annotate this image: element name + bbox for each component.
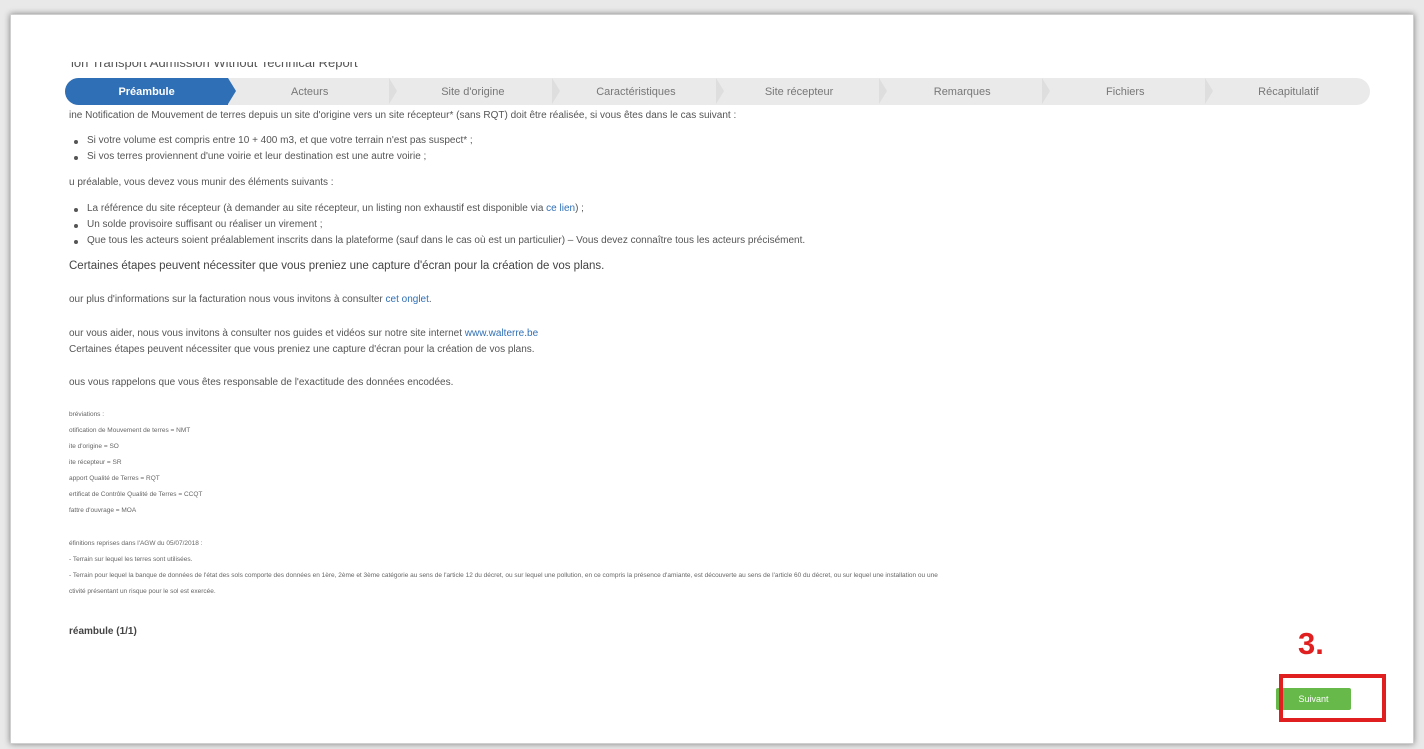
- step-site-origine[interactable]: Site d'origine: [391, 78, 561, 105]
- step-counter: réambule (1/1): [69, 626, 137, 637]
- step-label: Caractéristiques: [596, 85, 676, 98]
- intro-text: ine Notification de Mouvement de terres …: [69, 110, 737, 121]
- case-item: Si votre volume est compris entre 10 + 4…: [74, 135, 473, 146]
- prereq-item: Que tous les acteurs soient préalablemen…: [73, 235, 806, 246]
- step-label: Récapitulatif: [1258, 85, 1319, 98]
- annotation-highlight-box: [1279, 674, 1386, 722]
- step-label: Site d'origine: [441, 85, 505, 98]
- prereq-item: La référence du site récepteur (à demand…: [74, 203, 584, 214]
- step-recapitulatif[interactable]: Récapitulatif: [1207, 78, 1370, 105]
- step-site-recepteur[interactable]: Site récepteur: [718, 78, 887, 105]
- help-text: our vous aider, nous vous invitons à con…: [69, 328, 465, 339]
- definition-item: ctivité présentant un risque pour le sol…: [69, 588, 216, 595]
- step-label: Acteurs: [291, 85, 329, 98]
- step-label: Remarques: [933, 85, 991, 98]
- billing-link[interactable]: cet onglet: [386, 294, 429, 305]
- step-fichiers[interactable]: Fichiers: [1044, 78, 1214, 105]
- capture-note-2: Certaines étapes peuvent nécessiter que …: [69, 344, 535, 355]
- page-content: ion Transport Admission Without Technica…: [49, 15, 1397, 743]
- step-label: Préambule: [118, 85, 175, 98]
- abbreviation-item: ite d'origine = SO: [69, 443, 119, 450]
- step-label: Site récepteur: [764, 85, 834, 98]
- step-preambule[interactable]: Préambule: [65, 78, 237, 105]
- prereq-text: La référence du site récepteur (à demand…: [87, 203, 547, 214]
- prereq-item: Un solde provisoire suffisant ou réalise…: [73, 219, 323, 230]
- step-caracteristiques[interactable]: Caractéristiques: [554, 78, 724, 105]
- page-title: ion Transport Admission Without Technica…: [71, 55, 358, 70]
- website-link[interactable]: www.walterre.be: [465, 328, 538, 339]
- billing-after: .: [428, 294, 432, 305]
- annotation-number: 3.: [1298, 626, 1324, 661]
- abbreviation-item: apport Qualité de Terres = RQT: [69, 475, 160, 482]
- definition-item: - Terrain pour lequel la banque de donné…: [69, 572, 938, 579]
- abbreviations-title: bréviations :: [69, 411, 105, 418]
- listing-link[interactable]: ce lien: [546, 203, 575, 214]
- capture-note: Certaines étapes peuvent nécessiter que …: [69, 260, 605, 272]
- help-note: our vous aider, nous vous invitons à con…: [69, 328, 538, 339]
- definitions-title: éfinitions reprises dans l'AGW du 05/07/…: [69, 540, 203, 547]
- step-remarques[interactable]: Remarques: [881, 78, 1050, 105]
- step-label: Fichiers: [1106, 85, 1145, 98]
- abbreviation-item: otification de Mouvement de terres = NMT: [69, 427, 191, 434]
- billing-text: our plus d'informations sur la facturati…: [69, 294, 386, 305]
- step-acteurs[interactable]: Acteurs: [228, 78, 398, 105]
- main-window: ion Transport Admission Without Technica…: [10, 14, 1414, 744]
- case-item: Si vos terres proviennent d'une voirie e…: [73, 151, 427, 162]
- prereq-text-after: ) ;: [575, 203, 584, 214]
- prereq-intro: u préalable, vous devez vous munir des é…: [69, 177, 334, 188]
- billing-note: our plus d'informations sur la facturati…: [69, 294, 432, 305]
- responsibility-note: ous vous rappelons que vous êtes respons…: [69, 377, 454, 388]
- abbreviation-item: fattre d'ouvrage = MOA: [69, 507, 137, 514]
- abbreviation-item: ite récepteur = SR: [69, 459, 122, 466]
- definition-item: - Terrain sur lequel les terres sont uti…: [69, 556, 193, 563]
- abbreviation-item: ertificat de Contrôle Qualité de Terres …: [69, 491, 203, 498]
- wizard-stepper: Préambule Acteurs Site d'origine Caracté…: [65, 78, 1370, 105]
